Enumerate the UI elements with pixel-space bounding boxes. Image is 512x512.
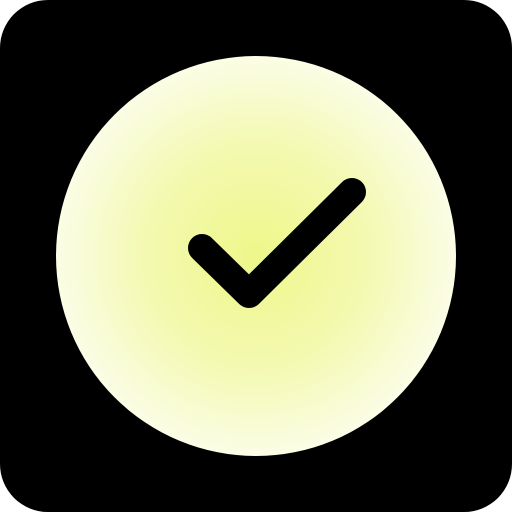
glow-circle [56,56,456,456]
check-circle-icon [56,56,456,456]
app-icon[interactable] [0,0,512,512]
